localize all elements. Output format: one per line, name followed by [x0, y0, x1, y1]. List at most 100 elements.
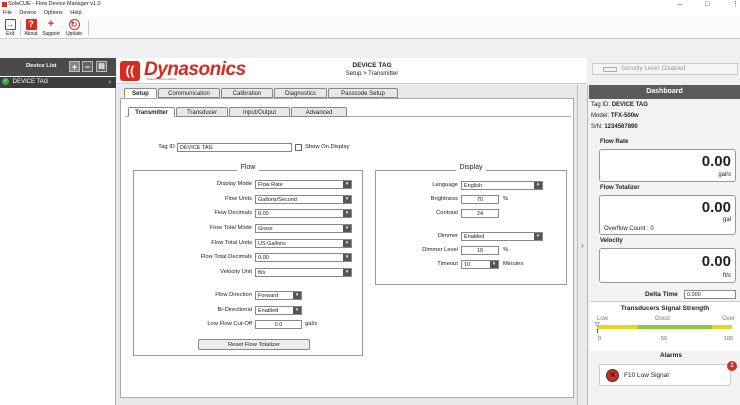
- menu-bar: File Device Options Help: [0, 9, 740, 17]
- brightness-input[interactable]: 70: [461, 195, 499, 204]
- dashboard-tag-id: Tag ID: DEVICE TAG: [591, 102, 648, 108]
- flow-total-mode-select[interactable]: Gross ▾: [255, 224, 352, 233]
- brightness-label: Brightness: [430, 196, 458, 202]
- show-on-display-checkbox[interactable]: [295, 144, 302, 151]
- language-select[interactable]: English ▾: [461, 181, 543, 190]
- flow-direction-select[interactable]: Forward ▾: [255, 291, 302, 300]
- chevron-right-icon: ›: [581, 241, 584, 250]
- alarm-item[interactable]: × F10 Low Signal: [599, 364, 731, 386]
- flow-decimals-select[interactable]: 0.00 ▾: [255, 209, 352, 218]
- display-mode-label: Display Mode: [216, 181, 252, 187]
- velocity-unit: ft/s: [722, 273, 731, 279]
- logo: (( Dynasonics Ultrasonic Flow Meters: [120, 59, 280, 81]
- device-list-title: Device List: [26, 63, 57, 69]
- device-list-header: Device List + − ▤: [0, 58, 116, 76]
- flow-rate-value: 0.00: [701, 153, 731, 170]
- device-list-panel: [0, 58, 116, 405]
- dimmer-select[interactable]: Enabled ▾: [461, 232, 543, 241]
- menu-file[interactable]: File: [3, 10, 12, 16]
- chevron-right-icon: ›: [108, 79, 111, 86]
- low-flow-cutoff-input[interactable]: 0.0: [255, 320, 302, 329]
- brand-subtitle: Ultrasonic Flow Meters: [146, 77, 177, 81]
- timeout-select[interactable]: 10 ▾: [461, 260, 499, 269]
- dimmer-level-input[interactable]: 10: [461, 246, 499, 255]
- subtab-transmitter[interactable]: Transmitter: [128, 107, 175, 117]
- device-list-menu-icon[interactable]: ▤: [96, 61, 107, 72]
- device-tag-title: DEVICE TAG: [352, 62, 392, 69]
- tag-id-input[interactable]: DEVICE TAG: [177, 143, 292, 152]
- key-icon: [603, 67, 617, 72]
- menu-options[interactable]: Options: [44, 10, 63, 16]
- bi-directional-select[interactable]: Enabled ▾: [255, 306, 302, 315]
- signal-good-label: Good: [655, 316, 670, 322]
- flow-total-units-label: Flow Total Units: [211, 240, 252, 246]
- brightness-unit: %: [503, 196, 509, 202]
- signal-over-label: Over: [722, 316, 736, 322]
- show-on-display-label: Show On Display: [305, 144, 350, 150]
- update-label: Update: [65, 31, 83, 37]
- menu-device[interactable]: Device: [19, 10, 36, 16]
- dashboard-title: Dashboard: [589, 85, 740, 99]
- about-button[interactable]: ? About: [23, 19, 39, 37]
- flow-total-decimals-select[interactable]: 0.00 ▾: [255, 253, 352, 262]
- breadcrumb: Setup > Transmitter: [345, 71, 399, 77]
- signal-ticks: [597, 329, 732, 333]
- velocity-unit-select[interactable]: ft/s ▾: [255, 268, 352, 277]
- timeout-label: Timeout: [437, 261, 458, 267]
- device-item[interactable]: ✓ DEVICE TAG ›: [0, 77, 116, 88]
- tab-passcode-setup[interactable]: Passcode Setup: [328, 88, 398, 98]
- dimmer-label: Dimmer: [437, 233, 458, 239]
- brand-mark-icon: ((: [120, 61, 140, 81]
- remove-device-button[interactable]: −: [82, 61, 93, 72]
- help-icon: ?: [25, 19, 37, 30]
- delta-time-label: Delta Time: [645, 291, 678, 298]
- alarms-title: Alarms: [660, 352, 683, 359]
- tab-setup[interactable]: Setup: [124, 88, 157, 98]
- reset-flow-totalizer-button[interactable]: Reset Flow Totalizer: [198, 339, 310, 350]
- support-button[interactable]: + Support: [40, 19, 62, 38]
- header: (( Dynasonics Ultrasonic Flow Meters DEV…: [117, 58, 587, 84]
- device-item-label: DEVICE TAG: [12, 79, 49, 85]
- about-label: About: [24, 31, 38, 37]
- velocity-value: 0.00: [701, 253, 731, 270]
- app-icon: [2, 2, 7, 7]
- flow-rate-label: Flow Rate: [600, 139, 629, 145]
- signal-tick-0: 0: [598, 336, 602, 342]
- contrast-label: Contrast: [436, 210, 458, 216]
- tab-diagnostics[interactable]: Diagnostics: [274, 88, 327, 98]
- tab-communication[interactable]: Communication: [158, 88, 220, 98]
- flow-decimals-label: Flow Decimals: [214, 210, 252, 216]
- flow-units-label: Flow Units: [224, 196, 252, 202]
- subtab-input-output[interactable]: Input/Output: [229, 107, 290, 117]
- bi-directional-label: Bi-Directional: [217, 307, 252, 313]
- subtab-advanced[interactable]: Advanced: [291, 107, 347, 117]
- dashboard-model: Model: TFX-500w: [591, 113, 639, 119]
- update-button[interactable]: ↻ Update: [63, 19, 85, 37]
- menu-help[interactable]: Help: [70, 10, 81, 16]
- flow-totalizer-label: Flow Totalizer: [600, 185, 640, 191]
- velocity-unit-label: Velocity Unit: [220, 269, 252, 275]
- more-button[interactable]: ⋮: [732, 0, 739, 9]
- subtab-transducer[interactable]: Transducer: [176, 107, 228, 117]
- flow-totalizer-box: 0.00 gal Overflow Count : 0: [599, 195, 736, 235]
- add-device-button[interactable]: +: [69, 61, 80, 72]
- alarm-label: F10 Low Signal: [624, 372, 669, 379]
- flow-total-mode-label: Flow Total Mode: [209, 225, 252, 231]
- flow-direction-label: Flow Direction: [215, 292, 252, 298]
- dashboard-toggle[interactable]: ›: [577, 85, 588, 405]
- flow-units-select[interactable]: Gallons/Second ▾: [255, 195, 352, 204]
- title-bar: SoloCUE - Flow Device Manager v1.0 – □ ⋮: [0, 0, 740, 9]
- exit-button[interactable]: → Exit: [3, 19, 17, 37]
- dashboard-sn: S/N: 1234567890: [591, 124, 638, 130]
- overflow-count: Overflow Count : 0: [604, 226, 654, 232]
- display-mode-select[interactable]: Flow Rate ▾: [255, 180, 352, 189]
- contrast-input[interactable]: 24: [461, 209, 499, 218]
- velocity-box: 0.00 ft/s: [599, 248, 736, 283]
- minimize-button[interactable]: –: [678, 0, 682, 9]
- tab-calibration[interactable]: Calibration: [221, 88, 273, 98]
- toolbar: → Exit ? About + Support ↻ Update: [0, 17, 740, 39]
- maximize-button[interactable]: □: [705, 0, 709, 9]
- plus-icon: +: [45, 19, 57, 30]
- flow-total-units-select[interactable]: US Gallons ▾: [255, 239, 352, 248]
- display-group-title: Display: [375, 164, 567, 171]
